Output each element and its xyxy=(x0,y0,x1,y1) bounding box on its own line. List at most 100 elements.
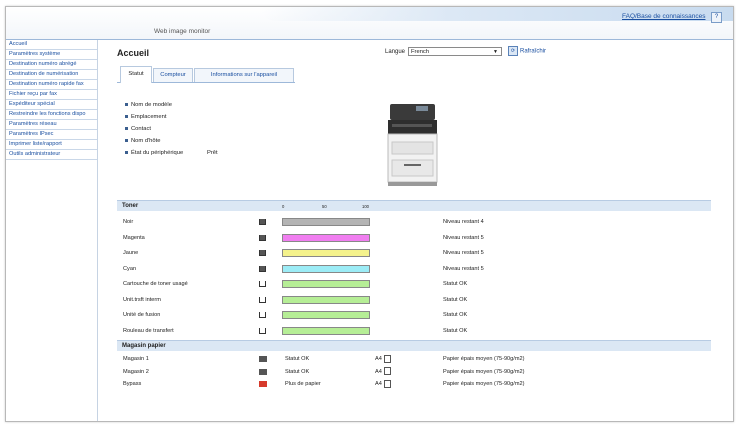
sidebar-item-parametres-ipsec[interactable]: Paramètres IPsec xyxy=(6,130,97,140)
toner-label: Noir xyxy=(123,219,134,225)
paper-size-label: A4 xyxy=(375,381,382,387)
toner-icon xyxy=(259,265,266,272)
sidebar-nav: Accueil Paramètres système Destination n… xyxy=(6,40,98,421)
info-row-contact: Contact xyxy=(125,126,151,132)
paper-size-label: A4 xyxy=(375,356,382,362)
toner-icon xyxy=(259,250,266,256)
toner-scale: 0 50 100 xyxy=(282,204,382,210)
toner-status: Statut OK xyxy=(443,327,468,334)
toner-row: Magenta Niveau restant 5 xyxy=(117,232,711,244)
toner-icon xyxy=(259,327,266,334)
tab-statut[interactable]: Statut xyxy=(120,66,152,83)
app-header: Web image monitor FAQ/Base de connaissan… xyxy=(6,7,733,40)
toner-label: Unit.trsft interm xyxy=(123,296,161,303)
toner-icon xyxy=(259,296,266,303)
toner-row: Cartouche de toner usagé Statut OK xyxy=(117,278,711,290)
toner-status: Statut OK xyxy=(443,296,468,303)
sidebar-item-imprimer-liste[interactable]: Imprimer liste/rapport xyxy=(6,140,97,150)
toner-status: Niveau restant 5 xyxy=(443,250,484,256)
toner-level-bar xyxy=(282,280,370,288)
info-row-location: Emplacement xyxy=(125,114,166,120)
sidebar-item-expediteur-special[interactable]: Expéditeur spécial xyxy=(6,100,97,110)
toner-label: Cartouche de toner usagé xyxy=(123,281,188,287)
toner-row: Cyan Niveau restant 5 xyxy=(117,263,711,275)
toner-status: Niveau restant 5 xyxy=(443,234,484,241)
tray-error-icon xyxy=(259,381,267,387)
page-icon xyxy=(383,367,391,376)
bullet-icon xyxy=(125,102,128,106)
refresh-icon: ⟳ xyxy=(508,46,518,56)
paper-size: A4 xyxy=(375,353,391,365)
bullet-icon xyxy=(125,138,128,142)
bullet-icon xyxy=(125,114,128,118)
toner-level-fill xyxy=(283,312,369,318)
scale-tick-label: 100 xyxy=(362,204,369,209)
toner-level-bar xyxy=(282,264,370,273)
tray-status: Statut OK xyxy=(285,356,310,362)
toner-level-fill xyxy=(283,234,369,241)
sidebar-item-parametres-reseau[interactable]: Paramètres réseau xyxy=(6,120,97,130)
sidebar-item-destination-numerisation[interactable]: Destination de numérisation xyxy=(6,70,97,80)
toner-status: Statut OK xyxy=(443,281,468,287)
toner-level-fill xyxy=(283,296,369,303)
sidebar-item-destination-numero-abrege[interactable]: Destination numéro abrégé xyxy=(6,60,97,70)
help-icon[interactable]: ? xyxy=(711,12,722,23)
refresh-button[interactable]: ⟳ Rafraîchir xyxy=(508,46,546,56)
help-link[interactable]: FAQ/Base de connaissances xyxy=(622,13,705,20)
toner-icon xyxy=(259,312,266,318)
tray-label: Bypass xyxy=(123,381,142,387)
toner-icon xyxy=(259,219,266,225)
paper-size: A4 xyxy=(375,378,391,390)
scale-tick-label: 0 xyxy=(282,204,285,209)
toner-row: Rouleau de transfert Statut OK xyxy=(117,325,711,337)
page-icon xyxy=(383,354,391,363)
toner-label: Jaune xyxy=(123,250,139,256)
toner-status: Niveau restant 4 xyxy=(443,219,484,225)
toner-level-fill xyxy=(283,327,369,334)
info-row-model: Nom de modèle xyxy=(125,102,172,108)
chevron-down-icon: ▼ xyxy=(493,49,498,55)
toner-status: Niveau restant 5 xyxy=(443,265,484,272)
sidebar-item-outils-administrateur[interactable]: Outils administrateur xyxy=(6,150,97,160)
toner-level-fill xyxy=(283,265,369,272)
toner-level-bar xyxy=(282,249,370,257)
toner-label: Magenta xyxy=(123,234,145,241)
sidebar-item-parametres-systeme[interactable]: Paramètres système xyxy=(6,50,97,60)
info-row-device-state: État du périphérique Prêt xyxy=(125,150,218,156)
toner-row: Jaune Niveau restant 5 xyxy=(117,247,711,259)
tray-icon xyxy=(259,368,267,375)
toner-label: Cyan xyxy=(123,265,137,272)
language-select[interactable]: French ▼ xyxy=(408,47,502,56)
sidebar-item-accueil[interactable]: Accueil xyxy=(6,40,97,50)
toner-level-bar xyxy=(282,295,370,304)
toner-level-bar xyxy=(282,218,370,226)
printer-image xyxy=(387,104,438,186)
sidebar-item-fichier-recu-fax[interactable]: Fichier reçu par fax xyxy=(6,90,97,100)
toner-row: Unit.trsft interm Statut OK xyxy=(117,294,711,306)
tab-compteur[interactable]: Compteur xyxy=(153,68,193,82)
refresh-label: Rafraîchir xyxy=(520,48,547,55)
toner-icon xyxy=(259,281,266,287)
tab-informations-appareil[interactable]: Informations sur l'appareil xyxy=(194,68,294,82)
info-label: Emplacement xyxy=(131,114,167,120)
tray-label: Magasin 1 xyxy=(123,356,149,362)
tray-status: Statut OK xyxy=(285,368,310,375)
sidebar-item-restreindre-fonctions[interactable]: Restreindre les fonctions dispo xyxy=(6,110,97,120)
toner-section-header: Toner xyxy=(117,200,711,211)
toner-level-bar xyxy=(282,326,370,335)
info-label: Nom de modèle xyxy=(131,102,172,108)
tray-icon xyxy=(259,356,267,362)
sidebar-item-destination-numero-rapide-fax[interactable]: Destination numéro rapide fax xyxy=(6,80,97,90)
page-icon xyxy=(383,379,391,388)
toner-level-bar xyxy=(282,233,370,242)
paper-type: Papier épais moyen (75-90g/m2) xyxy=(443,356,525,362)
info-label: État du périphérique xyxy=(131,150,184,156)
toner-label: Rouleau de transfert xyxy=(123,327,174,334)
paper-tray-row: Magasin 2 Statut OK A4 Papier épais moyen (… xyxy=(117,366,711,378)
toner-level-fill xyxy=(283,281,369,287)
main-content: Accueil Langue French ▼ ⟳ Rafraîchir Stat… xyxy=(98,40,733,421)
page-title: Accueil xyxy=(117,48,150,58)
paper-size-label: A4 xyxy=(375,368,382,375)
bullet-icon xyxy=(125,126,128,130)
toner-level-fill xyxy=(283,250,369,256)
